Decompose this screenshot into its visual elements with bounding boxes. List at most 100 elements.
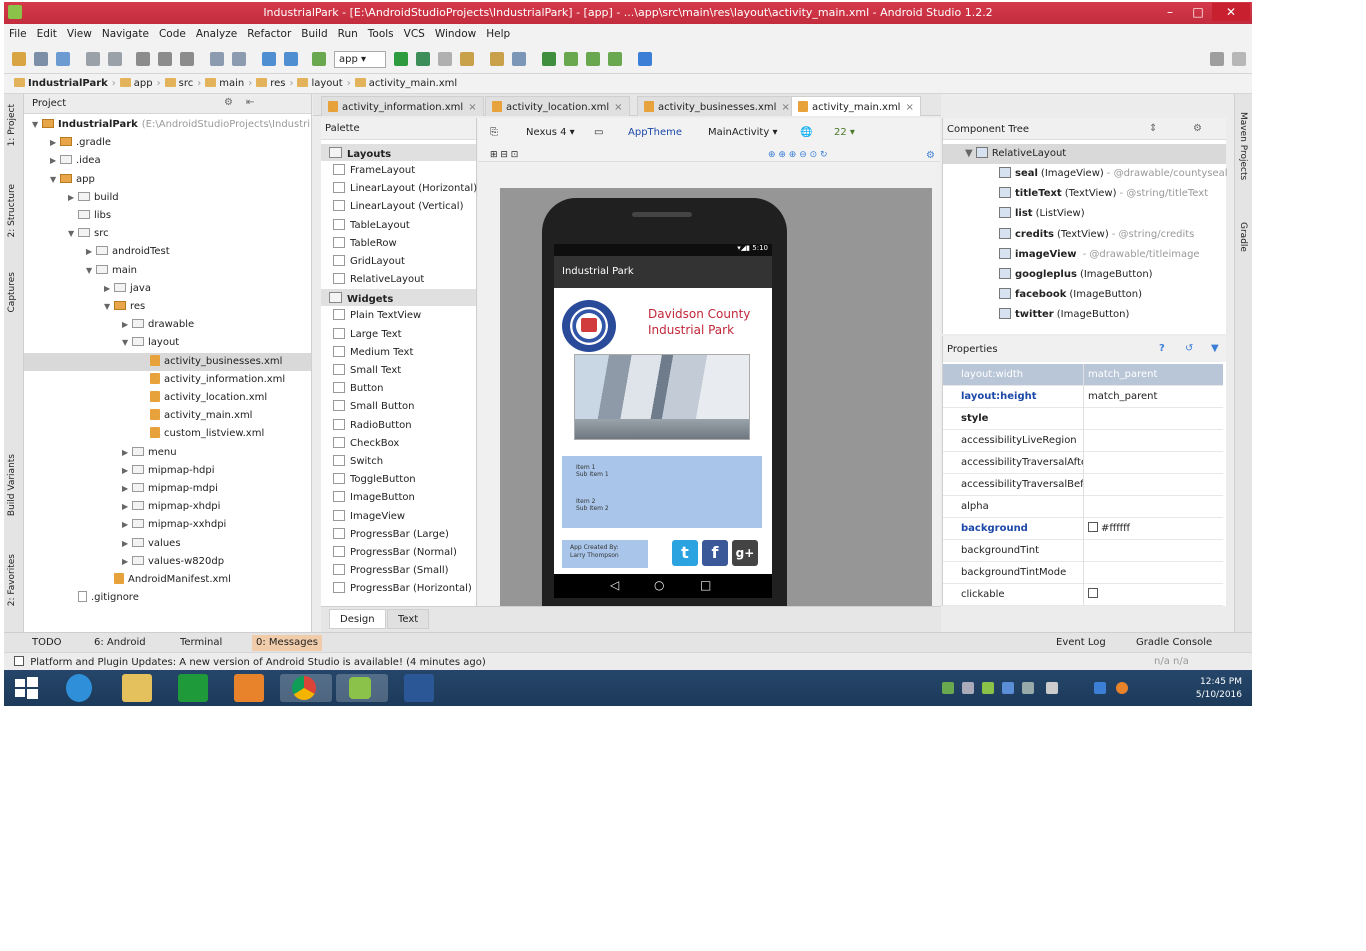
build-variants-tool-tab[interactable]: Build Variants <box>7 454 17 516</box>
minimize-button[interactable]: – <box>1156 3 1184 21</box>
breadcrumb-item[interactable]: src <box>165 78 194 89</box>
palette-item[interactable]: ProgressBar (Normal) <box>333 544 457 562</box>
favorites-tool-tab[interactable]: 2: Favorites <box>7 554 17 606</box>
breadcrumb-item[interactable]: app <box>120 78 153 89</box>
collapse-all-icon[interactable]: ⇤ <box>246 97 254 108</box>
help-icon[interactable]: ? <box>1159 343 1165 354</box>
palette-item[interactable]: ImageView <box>333 508 405 526</box>
palette-item[interactable]: ProgressBar (Small) <box>333 562 449 580</box>
back-icon[interactable] <box>262 52 276 66</box>
tree-item[interactable]: ▼ main <box>24 262 137 280</box>
expand-arrow-icon[interactable]: ▶ <box>68 189 78 207</box>
store-icon[interactable] <box>178 674 208 702</box>
property-value[interactable] <box>1083 408 1221 430</box>
property-row[interactable]: accessibilityLiveRegion <box>943 430 1223 452</box>
word-icon[interactable] <box>404 674 434 702</box>
run-icon[interactable] <box>394 52 408 66</box>
tree-item[interactable]: ▶ mipmap-mdpi <box>24 480 218 498</box>
settings-icon[interactable] <box>512 52 526 66</box>
component-tree-item[interactable]: imageView - @drawable/titleimage <box>999 245 1200 265</box>
editor-tab[interactable]: activity_information.xml × <box>321 96 484 116</box>
tree-item[interactable]: ▶ drawable <box>24 316 194 334</box>
expand-arrow-icon[interactable]: ▶ <box>50 134 60 152</box>
taskbar-clock[interactable]: 12:45 PM 5/10/2016 <box>1192 676 1242 702</box>
palette-item[interactable]: Medium Text <box>333 344 413 362</box>
palette-group[interactable]: Widgets <box>321 289 476 307</box>
tray-icon[interactable] <box>962 682 974 694</box>
terminal-tab[interactable]: Terminal <box>180 637 222 648</box>
tree-item[interactable]: ▶ values <box>24 535 181 553</box>
breadcrumb-item[interactable]: res <box>256 78 285 89</box>
project-tool-tab[interactable]: 1: Project <box>7 104 17 146</box>
menu-edit[interactable]: Edit <box>32 24 62 40</box>
palette-item[interactable]: GridLayout <box>333 253 405 271</box>
tree-item[interactable]: ▼ res <box>24 298 145 316</box>
palette-item[interactable]: RelativeLayout <box>333 271 424 289</box>
project-structure-icon[interactable] <box>490 52 504 66</box>
menu-tools[interactable]: Tools <box>363 24 399 40</box>
palette-item[interactable]: Plain TextView <box>333 307 421 325</box>
editor-tab[interactable]: activity_businesses.xml × <box>637 96 797 116</box>
component-tree-item[interactable]: list (ListView) <box>999 204 1088 224</box>
gradle-tool-tab[interactable]: Gradle <box>1238 222 1248 252</box>
chrome-taskbar-item[interactable] <box>280 674 332 702</box>
expand-arrow-icon[interactable]: ▶ <box>122 444 132 462</box>
palette-group[interactable]: Layouts <box>321 144 476 161</box>
county-seal-image[interactable] <box>562 300 616 352</box>
tree-item[interactable]: ▶ mipmap-xhdpi <box>24 498 220 516</box>
palette-item[interactable]: Small Button <box>333 398 414 416</box>
property-value[interactable]: match_parent <box>1083 386 1221 408</box>
palette-item[interactable]: LinearLayout (Vertical) <box>333 198 464 216</box>
expand-arrow-icon[interactable]: ▼ <box>68 225 78 243</box>
android-studio-taskbar-item[interactable] <box>336 674 388 702</box>
palette-item[interactable]: ImageButton <box>333 489 415 507</box>
refresh-icon[interactable]: ⚙ <box>926 150 935 161</box>
tree-item[interactable]: .gitignore <box>24 589 139 607</box>
editor-tab[interactable]: activity_location.xml × <box>485 96 630 116</box>
gradle-console-tab[interactable]: Gradle Console <box>1136 637 1212 648</box>
tree-item[interactable]: ▶ mipmap-xxhdpi <box>24 516 226 534</box>
palette-item[interactable]: Small Text <box>333 362 401 380</box>
file-explorer-icon[interactable] <box>122 674 152 702</box>
menu-help[interactable]: Help <box>481 24 515 40</box>
twitter-icon[interactable]: t <box>672 540 698 566</box>
tree-item[interactable]: ▼ layout <box>24 334 179 352</box>
menu-file[interactable]: File <box>4 24 32 40</box>
sync-icon[interactable] <box>56 52 70 66</box>
expand-arrow-icon[interactable]: ▶ <box>122 553 132 571</box>
close-icon[interactable]: × <box>468 102 476 113</box>
internet-explorer-icon[interactable] <box>66 674 92 702</box>
maven-projects-tool-tab[interactable]: Maven Projects <box>1238 112 1248 180</box>
close-icon[interactable]: × <box>781 102 789 113</box>
menu-code[interactable]: Code <box>154 24 191 40</box>
palette-item[interactable]: TableRow <box>333 235 397 253</box>
expand-arrow-icon[interactable]: ▼ <box>104 298 114 316</box>
event-log-tab[interactable]: Event Log <box>1056 637 1106 648</box>
tray-icon[interactable] <box>982 682 994 694</box>
expand-arrow-icon[interactable]: ▶ <box>122 535 132 553</box>
palette-item[interactable]: TableLayout <box>333 217 410 235</box>
locale-icon[interactable]: 🌐 <box>800 127 812 138</box>
volume-icon[interactable] <box>1022 682 1034 694</box>
tree-item[interactable]: ▼ src <box>24 225 109 243</box>
attach-debugger-icon[interactable] <box>438 52 452 66</box>
palette-item[interactable]: ProgressBar (Large) <box>333 526 449 544</box>
filter-icon[interactable]: ▼ <box>1211 343 1219 354</box>
breadcrumb-item[interactable]: activity_main.xml <box>355 78 457 89</box>
android-monitor-icon[interactable] <box>608 52 622 66</box>
gradle-sync-icon[interactable] <box>542 52 556 66</box>
expand-arrow-icon[interactable]: ▼ <box>122 334 132 352</box>
property-value[interactable]: match_parent <box>1083 364 1221 386</box>
palette-item[interactable]: Switch <box>333 453 383 471</box>
property-value[interactable] <box>1083 430 1221 452</box>
android-tab[interactable]: 6: Android <box>94 637 146 648</box>
palette-item[interactable]: CheckBox <box>333 435 399 453</box>
zoom-controls[interactable]: ⊕ ⊕ ⊕ ⊖ ⊙ ↻ <box>768 150 828 160</box>
tree-item[interactable]: ▼ app <box>24 171 95 189</box>
google-plus-icon[interactable]: g+ <box>732 540 758 566</box>
sdk-manager-icon[interactable] <box>586 52 600 66</box>
tree-item[interactable]: ▶ androidTest <box>24 243 170 261</box>
property-row[interactable]: layout:height match_parent <box>943 386 1223 408</box>
property-value[interactable]: #ffffff <box>1083 518 1221 540</box>
theme-select[interactable]: AppTheme <box>628 127 682 138</box>
